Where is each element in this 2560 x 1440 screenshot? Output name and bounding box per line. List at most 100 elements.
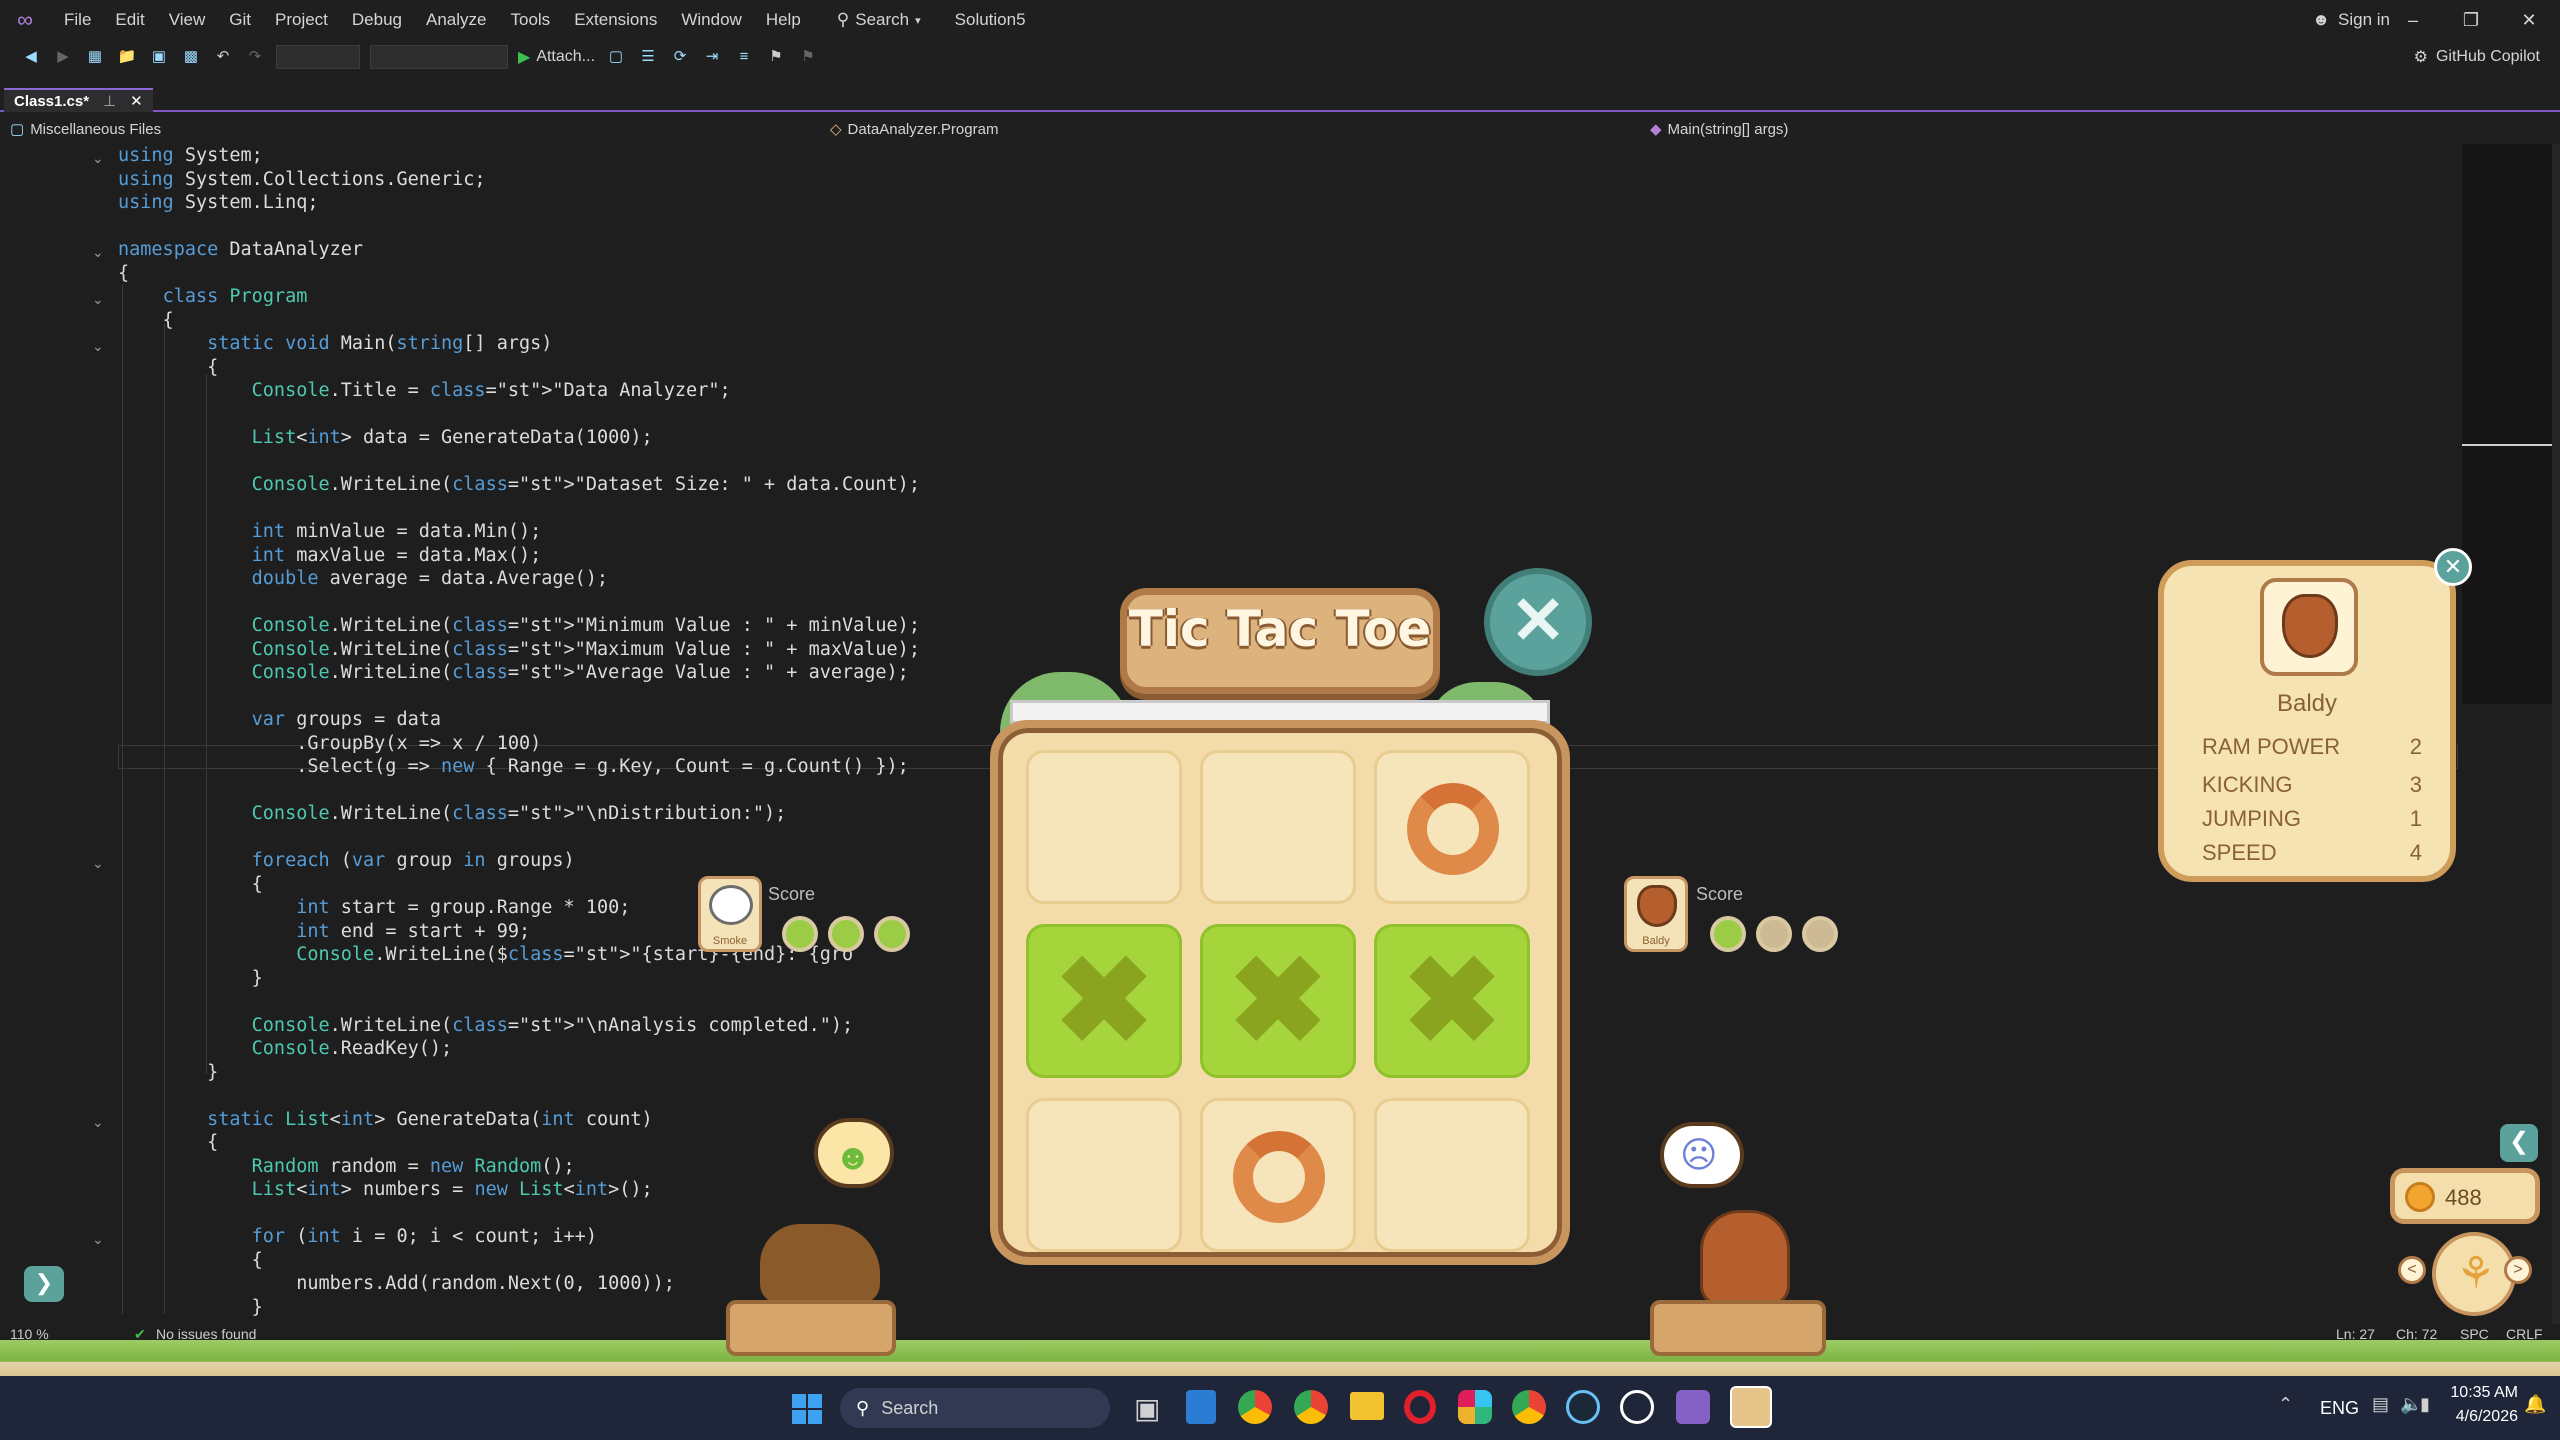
next-item-button[interactable]: > [2504, 1256, 2532, 1284]
chrome-profile-icon[interactable] [1294, 1390, 1328, 1424]
hot-reload-icon[interactable]: ⟳ [669, 47, 691, 67]
fold-toggle-icon[interactable]: ⌄ [92, 1114, 104, 1131]
prev-item-button[interactable]: < [2398, 1256, 2426, 1284]
attach-button[interactable]: ▶ Attach... [518, 47, 595, 67]
code-line[interactable]: .GroupBy(x => x / 100) [118, 732, 920, 756]
menu-window[interactable]: Window [669, 0, 753, 40]
bookmark-icon[interactable]: ⚑ [765, 47, 787, 67]
code-line[interactable]: Console.Title = class="st">"Data Analyze… [118, 379, 920, 403]
code-line[interactable]: Console.ReadKey(); [118, 1037, 920, 1061]
code-line[interactable] [118, 990, 920, 1014]
code-line[interactable]: static List<int> GenerateData(int count) [118, 1108, 920, 1132]
collapse-panel-button[interactable]: ❮ [2500, 1124, 2538, 1162]
task-view-icon[interactable]: ▣ [1134, 1392, 1160, 1425]
close-stats-button[interactable]: ✕ [2434, 548, 2472, 586]
file-explorer-icon[interactable] [1350, 1392, 1384, 1420]
menu-extensions[interactable]: Extensions [562, 0, 669, 40]
code-line[interactable] [118, 450, 920, 474]
code-line[interactable]: var groups = data [118, 708, 920, 732]
code-line[interactable]: Console.WriteLine(class="st">"Average Va… [118, 661, 920, 685]
close-window-button[interactable]: ✕ [2500, 0, 2558, 40]
code-line[interactable]: namespace DataAnalyzer [118, 238, 920, 262]
browser-link-icon[interactable]: ▢ [605, 47, 627, 67]
board-cell[interactable] [1200, 750, 1356, 904]
vertical-scrollbar[interactable] [2552, 144, 2560, 1324]
board-cell[interactable] [1374, 1098, 1530, 1252]
chrome-icon[interactable] [1238, 1390, 1272, 1424]
board-cell[interactable] [1026, 750, 1182, 904]
board-cell[interactable]: ✖ [1200, 924, 1356, 1078]
code-line[interactable]: static void Main(string[] args) [118, 332, 920, 356]
fold-toggle-icon[interactable]: ⌄ [92, 855, 104, 872]
github-copilot-button[interactable]: ⚙ GitHub Copilot [2414, 47, 2540, 67]
navigate-back-icon[interactable]: ◀ [20, 47, 42, 67]
menu-help[interactable]: Help [754, 0, 813, 40]
save-all-icon[interactable]: ▩ [180, 47, 202, 67]
configuration-dropdown[interactable] [276, 45, 360, 69]
code-line[interactable]: class Program [118, 285, 920, 309]
bookmark-prev-icon[interactable]: ⚑ [797, 47, 819, 67]
battery-icon[interactable]: ▮ [2420, 1394, 2430, 1415]
code-line[interactable]: { [118, 1131, 920, 1155]
restore-button[interactable]: ❐ [2442, 0, 2500, 40]
code-line[interactable]: List<int> data = GenerateData(1000); [118, 426, 920, 450]
close-tab-icon[interactable]: ✕ [130, 92, 143, 110]
member-dropdown[interactable]: ◆ Main(string[] args) [1650, 118, 1788, 140]
code-line[interactable] [118, 497, 920, 521]
code-line[interactable]: using System; [118, 144, 920, 168]
new-project-icon[interactable]: ▦ [84, 47, 106, 67]
steam-icon[interactable] [1566, 1390, 1600, 1424]
store-app-icon[interactable] [1186, 1390, 1216, 1424]
notification-icon[interactable]: 🔔 [2524, 1394, 2546, 1415]
close-game-button[interactable]: ✕ [1484, 568, 1592, 676]
sign-in-button[interactable]: ☻ Sign in [2312, 0, 2390, 40]
code-line[interactable]: foreach (var group in groups) [118, 849, 920, 873]
search-button[interactable]: ⚲ Search ▾ [827, 10, 931, 30]
menu-analyze[interactable]: Analyze [414, 0, 498, 40]
pin-icon[interactable]: ⊥ [103, 92, 116, 110]
visual-studio-icon[interactable] [1676, 1390, 1710, 1424]
minimize-button[interactable]: – [2384, 0, 2442, 40]
code-line[interactable]: Console.WriteLine(class="st">"\nAnalysis… [118, 1014, 920, 1038]
fold-toggle-icon[interactable]: ⌄ [92, 150, 104, 167]
code-line[interactable]: } [118, 1061, 920, 1085]
minimap[interactable] [2462, 144, 2552, 704]
code-line[interactable]: { [118, 356, 920, 380]
code-line[interactable]: int minValue = data.Min(); [118, 520, 920, 544]
platform-dropdown[interactable] [370, 45, 508, 69]
slack-icon[interactable] [1458, 1390, 1492, 1424]
language-indicator[interactable]: ENG [2320, 1398, 2359, 1419]
code-line[interactable]: List<int> numbers = new List<int>(); [118, 1178, 920, 1202]
type-dropdown[interactable]: ◇ DataAnalyzer.Program [830, 118, 998, 140]
code-line[interactable] [118, 591, 920, 615]
code-line[interactable]: } [118, 967, 920, 991]
code-line[interactable]: using System.Linq; [118, 191, 920, 215]
format-icon[interactable]: ≡ [733, 47, 755, 67]
fold-toggle-icon[interactable]: ⌄ [92, 1231, 104, 1248]
board-cell[interactable]: ✖ [1026, 924, 1182, 1078]
code-line[interactable] [118, 215, 920, 239]
step-icon[interactable]: ⇥ [701, 47, 723, 67]
code-line[interactable]: { [118, 262, 920, 286]
redo-icon[interactable]: ↷ [244, 47, 266, 67]
code-line[interactable]: Console.WriteLine(class="st">"Minimum Va… [118, 614, 920, 638]
code-line[interactable] [118, 1202, 920, 1226]
code-text[interactable]: using System; using System.Collections.Ge… [118, 144, 920, 1319]
goat-game-icon[interactable] [1730, 1386, 1772, 1428]
menu-tools[interactable]: Tools [499, 0, 563, 40]
undo-icon[interactable]: ↶ [212, 47, 234, 67]
clock-time[interactable]: 10:35 AM [2446, 1384, 2518, 1402]
opera-icon[interactable] [1404, 1390, 1436, 1424]
layout-icon[interactable]: ☰ [637, 47, 659, 67]
board-cell[interactable] [1374, 750, 1530, 904]
code-line[interactable]: Random random = new Random(); [118, 1155, 920, 1179]
github-desktop-icon[interactable] [1620, 1390, 1654, 1424]
navigate-forward-icon[interactable]: ▶ [52, 47, 74, 67]
fold-toggle-icon[interactable]: ⌄ [92, 291, 104, 308]
code-line[interactable] [118, 685, 920, 709]
code-line[interactable] [118, 826, 920, 850]
wheat-item-icon[interactable]: ⚘ [2432, 1232, 2516, 1316]
chevron-up-icon[interactable]: ⌃ [2278, 1394, 2293, 1415]
taskbar-search-box[interactable]: ⚲ Search [840, 1388, 1110, 1428]
code-line[interactable]: .Select(g => new { Range = g.Key, Count … [118, 755, 920, 779]
